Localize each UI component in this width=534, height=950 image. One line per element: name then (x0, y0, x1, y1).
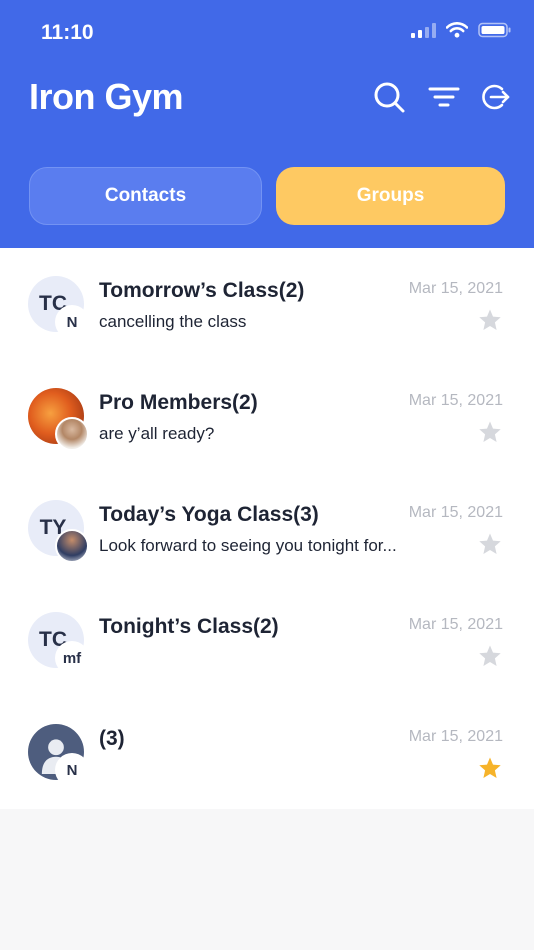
list-item[interactable]: TC N Tomorrow’s Class(2) cancelling the … (0, 248, 534, 360)
message-date: Mar 15, 2021 (408, 616, 503, 633)
star-icon[interactable] (478, 420, 502, 444)
app-header: 11:10 Iron Gym Contacts Groups (0, 0, 534, 248)
search-icon[interactable] (372, 80, 406, 114)
logout-icon[interactable] (478, 80, 512, 114)
star-icon[interactable] (478, 532, 502, 556)
message-date: Mar 15, 2021 (408, 392, 503, 409)
signal-icon (411, 22, 436, 38)
last-message: Look forward to seeing you tonight for..… (99, 536, 397, 555)
star-icon[interactable] (478, 756, 502, 780)
group-title: Pro Members(2) (99, 391, 258, 414)
member-avatar (55, 529, 89, 563)
list-item[interactable]: TY Today’s Yoga Class(3) Look forward to… (0, 472, 534, 584)
member-avatar: N (55, 753, 89, 787)
tab-groups[interactable]: Groups (276, 167, 505, 225)
last-message: are y’all ready? (99, 424, 215, 443)
group-list: TC N Tomorrow’s Class(2) cancelling the … (0, 248, 534, 809)
star-icon[interactable] (478, 644, 502, 668)
status-time: 11:10 (41, 21, 94, 44)
group-title: Tonight’s Class(2) (99, 615, 279, 638)
list-item[interactable]: N (3) Mar 15, 2021 (0, 696, 534, 808)
star-icon[interactable] (478, 308, 502, 332)
status-icons (411, 22, 512, 38)
group-title: (3) (99, 727, 125, 750)
tab-contacts[interactable]: Contacts (29, 167, 262, 225)
member-avatar (55, 417, 89, 451)
list-item[interactable]: TC mf Tonight’s Class(2) Mar 15, 2021 (0, 584, 534, 696)
empty-area (0, 809, 534, 950)
member-avatar: N (55, 305, 89, 339)
member-avatar: mf (55, 641, 89, 675)
group-title: Tomorrow’s Class(2) (99, 279, 305, 302)
battery-icon (478, 22, 511, 38)
filter-icon[interactable] (427, 80, 461, 114)
message-date: Mar 15, 2021 (408, 728, 503, 745)
message-date: Mar 15, 2021 (408, 504, 503, 521)
app-title: Iron Gym (29, 76, 184, 117)
message-date: Mar 15, 2021 (408, 280, 503, 297)
last-message: cancelling the class (99, 312, 247, 331)
list-item[interactable]: Pro Members(2) are y’all ready? Mar 15, … (0, 360, 534, 472)
wifi-icon (446, 22, 468, 38)
group-title: Today’s Yoga Class(3) (99, 503, 319, 526)
